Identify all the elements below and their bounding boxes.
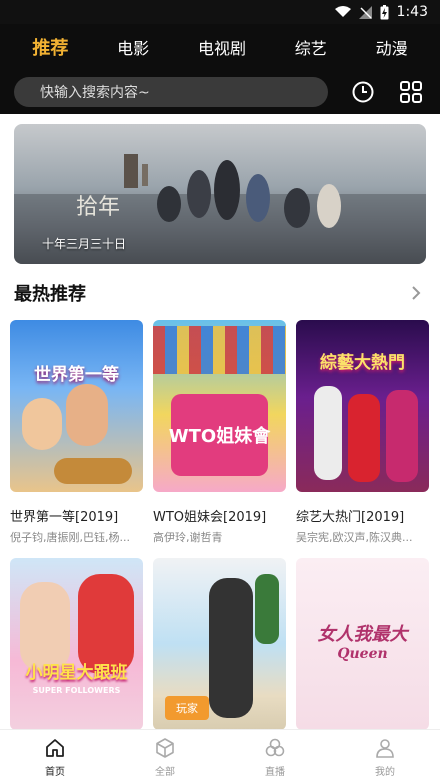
- show-card[interactable]: 世界第一等 世界第一等[2019] 倪子钧,唐振刚,巴钰,杨...: [10, 320, 143, 545]
- show-card[interactable]: 小明星大跟班 SUPER FOLLOWERS: [10, 558, 143, 730]
- cube-icon: [156, 737, 174, 758]
- tab-movies[interactable]: 电影: [117, 35, 149, 59]
- search-input[interactable]: 快输入搜索内容~: [14, 77, 328, 107]
- top-header: 推荐 电影 电视剧 综艺 动漫 快输入搜索内容~: [0, 24, 440, 114]
- nav-live[interactable]: 直播: [235, 737, 315, 778]
- card-cast: 高伊玲,谢哲青: [153, 531, 223, 544]
- host-figure: [22, 398, 62, 450]
- food-plate: [54, 458, 132, 484]
- bottom-nav: 首页 全部 直播 我的: [0, 729, 440, 784]
- tab-anime[interactable]: 动漫: [376, 35, 408, 59]
- palm-tree: [255, 574, 279, 644]
- nav-home[interactable]: 首页: [15, 737, 95, 778]
- section-title: 最热推荐: [14, 284, 86, 305]
- poster-logo: 玩家: [165, 696, 209, 720]
- featured-banner[interactable]: 拾年 十年三月三十日: [14, 124, 426, 264]
- status-bar: 1:43: [0, 0, 440, 24]
- tab-recommend[interactable]: 推荐: [32, 34, 68, 60]
- host-figure: [66, 384, 108, 446]
- poster-image: 玩家: [153, 558, 286, 730]
- no-signal-icon: [358, 5, 372, 19]
- nav-label: 我的: [375, 766, 395, 778]
- show-card[interactable]: WTO姐妹會 WTO姐妹会[2019] 高伊玲,谢哲青: [153, 320, 286, 545]
- host-figure: [209, 578, 253, 718]
- host-figure: [386, 390, 418, 482]
- user-icon: [376, 738, 394, 758]
- search-row: 快输入搜索内容~: [0, 70, 440, 114]
- chevron-right-icon[interactable]: [406, 283, 426, 303]
- nav-all[interactable]: 全部: [125, 737, 205, 778]
- nav-profile[interactable]: 我的: [345, 737, 425, 778]
- poster-image: 女人我最大 Queen: [296, 558, 429, 730]
- nav-label: 首页: [45, 766, 65, 778]
- nav-label: 全部: [155, 766, 175, 778]
- card-title: 综艺大热门[2019]: [296, 510, 405, 525]
- card-title: 世界第一等[2019]: [10, 510, 119, 525]
- category-tabs: 推荐 电影 电视剧 综艺 动漫: [0, 24, 440, 70]
- home-icon: [46, 738, 64, 757]
- tab-tv-series[interactable]: 电视剧: [198, 35, 246, 59]
- poster-image: WTO姐妹會: [153, 320, 286, 492]
- nav-label: 直播: [265, 766, 285, 778]
- poster-image: 小明星大跟班 SUPER FOLLOWERS: [10, 558, 143, 730]
- wifi-icon: [334, 6, 351, 18]
- card-cast: 吴宗宪,欧汉声,陈汉典...: [296, 531, 413, 544]
- host-figure: [314, 386, 342, 480]
- live-icon: [265, 738, 285, 756]
- show-card[interactable]: 玩家: [153, 558, 286, 730]
- host-figure: [348, 394, 380, 482]
- section-header: 最热推荐: [14, 276, 426, 310]
- battery-charging-icon: [380, 4, 389, 20]
- banner-caption: 十年三月三十日: [42, 237, 127, 251]
- show-card[interactable]: 綜藝大熱門 综艺大热门[2019] 吴宗宪,欧汉声,陈汉典...: [296, 320, 429, 545]
- poster-image: 世界第一等: [10, 320, 143, 492]
- grid-icon[interactable]: [398, 79, 424, 105]
- cast-lineup: [153, 326, 286, 374]
- show-card[interactable]: 女人我最大 Queen: [296, 558, 429, 730]
- svg-text:拾年: 拾年: [76, 195, 120, 220]
- clock-icon[interactable]: [350, 79, 376, 105]
- tab-variety[interactable]: 综艺: [295, 35, 327, 59]
- status-time: 1:43: [396, 4, 428, 20]
- poster-image: 綜藝大熱門: [296, 320, 429, 492]
- card-cast: 倪子钧,唐振刚,巴钰,杨...: [10, 531, 130, 544]
- card-title: WTO姐妹会[2019]: [153, 510, 267, 525]
